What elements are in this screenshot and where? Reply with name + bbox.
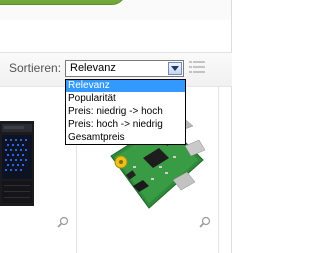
grid-divider: [218, 86, 219, 253]
chevron-down-icon[interactable]: [168, 62, 182, 75]
sort-option-relevanz[interactable]: Relevanz: [66, 80, 185, 92]
sort-option-popularitaet[interactable]: Popularität: [66, 93, 185, 105]
sort-option-gesamtpreis[interactable]: Gesamtpreis: [66, 132, 185, 144]
sort-option-preis-absteigend[interactable]: Preis: hoch -> niedrig: [66, 119, 185, 131]
sort-option-preis-aufsteigend[interactable]: Preis: niedrig -> hoch: [66, 106, 185, 118]
sort-select[interactable]: Relevanz: [65, 60, 184, 77]
product-listing-page: Sortieren: Relevanz Relevanz Popularität…: [0, 0, 255, 253]
sort-select-value: Relevanz: [70, 62, 116, 74]
magnifier-icon[interactable]: [57, 216, 69, 228]
list-view-icon[interactable]: [189, 60, 205, 75]
right-panel: [232, 0, 255, 253]
product-image-pc-tower[interactable]: [0, 121, 34, 206]
sort-label: Sortieren:: [9, 61, 62, 75]
sort-dropdown-list[interactable]: Relevanz Popularität Preis: niedrig -> h…: [65, 79, 186, 145]
magnifier-icon[interactable]: [199, 216, 211, 228]
top-green-button[interactable]: [0, 0, 126, 5]
